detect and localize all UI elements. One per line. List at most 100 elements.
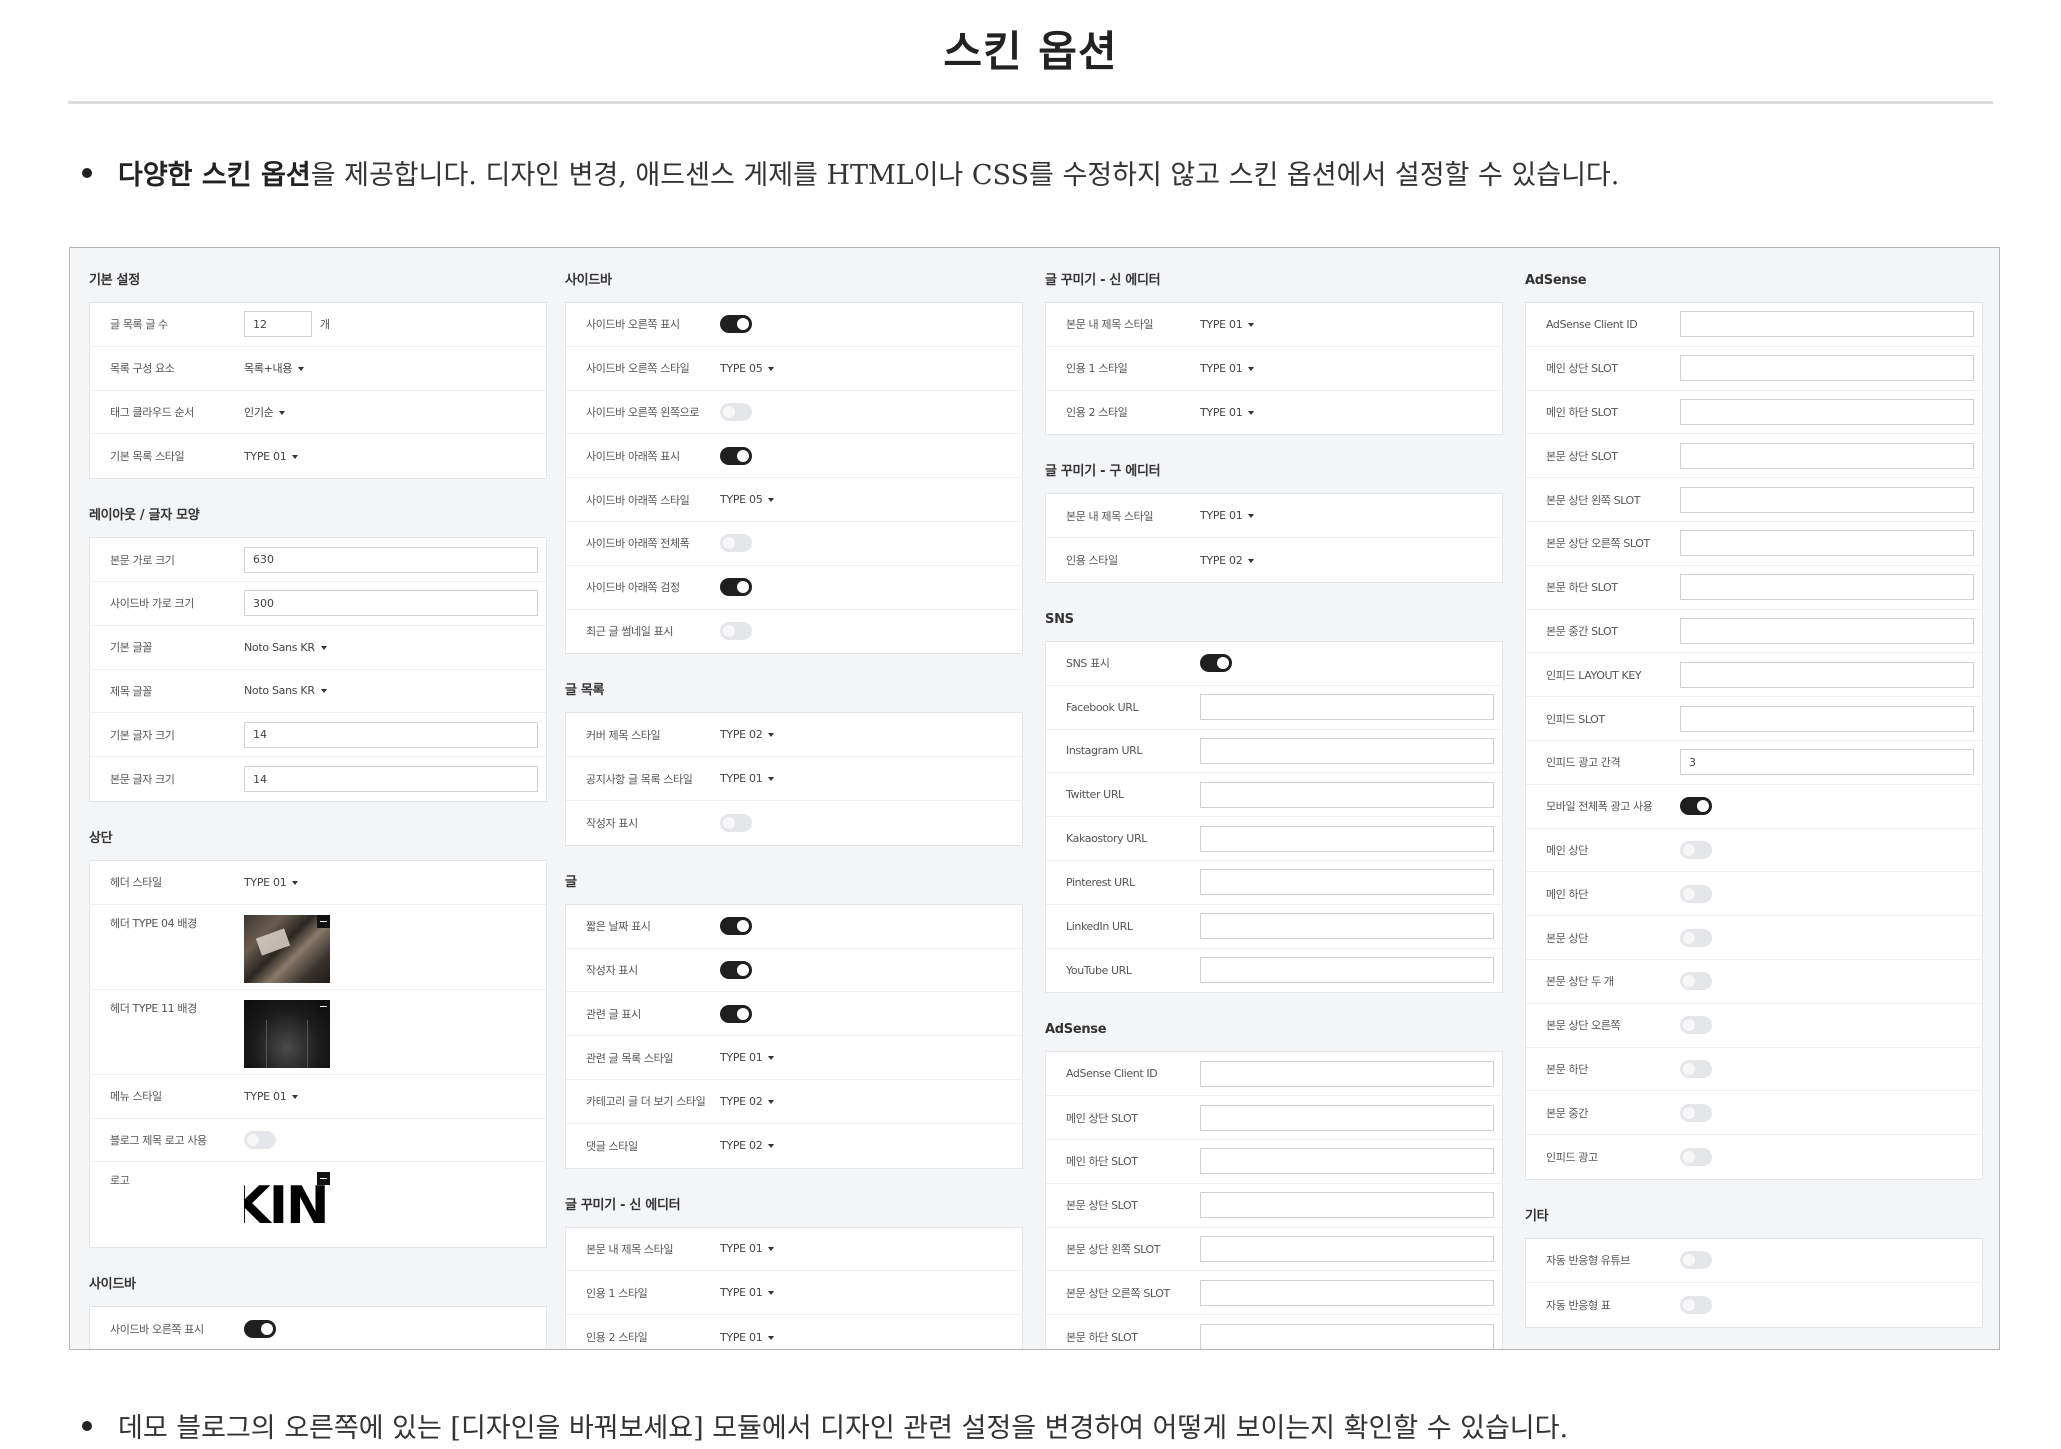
page-title: 스킨 옵션	[943, 27, 1118, 76]
toggle-switch-on[interactable]	[244, 1320, 276, 1339]
setting-label: 사이드바 아래쪽 전체폭	[586, 537, 690, 551]
setting-input[interactable]	[1680, 574, 1974, 601]
setting-dropdown[interactable]: TYPE 01	[1200, 509, 1255, 522]
setting-input[interactable]	[1680, 617, 1974, 644]
setting-input[interactable]	[244, 546, 538, 573]
setting-input[interactable]	[1680, 442, 1974, 469]
settings-panel: 본문 내 제목 스타일 TYPE 01 인용 스타일 TYPE 02	[1045, 493, 1503, 583]
setting-label: 모바일 전체폭 광고 사용	[1546, 800, 1653, 814]
setting-input[interactable]	[1200, 869, 1494, 896]
setting-dropdown[interactable]: TYPE 01	[720, 1331, 775, 1344]
toggle-switch-off[interactable]	[1680, 1016, 1712, 1035]
toggle-switch-on[interactable]	[1680, 797, 1712, 816]
toggle-switch-off[interactable]	[244, 1130, 276, 1149]
setting-input[interactable]	[1200, 1104, 1494, 1131]
setting-dropdown[interactable]: TYPE 05	[720, 362, 775, 375]
setting-row: 본문 하단 SLOT	[1046, 1315, 1502, 1349]
setting-input[interactable]	[1680, 355, 1974, 382]
setting-dropdown[interactable]: TYPE 01	[244, 1090, 299, 1103]
setting-input[interactable]	[244, 721, 538, 748]
toggle-switch-off[interactable]	[720, 622, 752, 641]
setting-input[interactable]	[1200, 1324, 1494, 1349]
setting-dropdown[interactable]: TYPE 02	[720, 1095, 775, 1108]
section-title: 기본 설정	[89, 273, 140, 288]
setting-label: 인피드 LAYOUT KEY	[1546, 668, 1642, 682]
setting-input[interactable]	[1680, 749, 1974, 776]
setting-input[interactable]	[1200, 1060, 1494, 1087]
toggle-switch-off[interactable]	[1680, 1295, 1712, 1314]
setting-input[interactable]	[1680, 530, 1974, 557]
setting-dropdown[interactable]: TYPE 01	[244, 876, 299, 889]
toggle-switch-off[interactable]	[1680, 928, 1712, 947]
setting-row: 메인 상단 SLOT	[1526, 347, 1982, 391]
setting-dropdown[interactable]: TYPE 01	[1200, 362, 1255, 375]
toggle-switch-on[interactable]	[720, 917, 752, 936]
toggle-switch-on[interactable]	[720, 446, 752, 465]
setting-input[interactable]	[1200, 1148, 1494, 1175]
setting-input[interactable]	[1200, 781, 1494, 808]
toggle-switch-on[interactable]	[720, 960, 752, 979]
setting-label: 메인 하단	[1546, 887, 1588, 901]
setting-control	[1680, 1251, 1974, 1270]
toggle-switch-on[interactable]	[720, 578, 752, 597]
setting-control	[244, 766, 538, 793]
toggle-switch-off[interactable]	[1680, 1251, 1712, 1270]
setting-input[interactable]	[1680, 311, 1974, 338]
setting-input[interactable]	[1200, 825, 1494, 852]
setting-input[interactable]	[1680, 486, 1974, 513]
setting-input[interactable]	[1680, 661, 1974, 688]
toggle-switch-off[interactable]	[720, 534, 752, 553]
header-background-image[interactable]	[244, 999, 330, 1068]
setting-dropdown[interactable]: TYPE 01	[1200, 406, 1255, 419]
toggle-switch-on[interactable]	[720, 1004, 752, 1023]
setting-input[interactable]	[244, 766, 538, 793]
setting-dropdown[interactable]: 목록+내용	[244, 360, 305, 376]
setting-input[interactable]	[1200, 694, 1494, 721]
setting-dropdown[interactable]: TYPE 01	[720, 772, 775, 785]
setting-input[interactable]	[1200, 913, 1494, 940]
setting-input[interactable]	[1200, 1279, 1494, 1306]
toggle-switch-on[interactable]	[1200, 654, 1232, 673]
setting-dropdown[interactable]: TYPE 01	[720, 1051, 775, 1064]
setting-label: 본문 하단	[1546, 1062, 1588, 1076]
toggle-knob	[1217, 657, 1229, 670]
setting-row: 본문 중간	[1526, 1091, 1982, 1136]
setting-input[interactable]	[1200, 957, 1494, 984]
setting-control	[244, 999, 538, 1068]
setting-dropdown[interactable]: TYPE 01	[1200, 318, 1255, 331]
remove-image-icon[interactable]	[317, 1172, 330, 1186]
toggle-switch-off[interactable]	[1680, 1059, 1712, 1078]
setting-dropdown[interactable]: TYPE 01	[720, 1286, 775, 1299]
setting-dropdown[interactable]: Noto Sans KR	[244, 684, 327, 697]
setting-dropdown[interactable]: TYPE 01	[720, 1242, 775, 1255]
setting-label: 댓글 스타일	[586, 1139, 638, 1153]
setting-dropdown[interactable]: 인기순	[244, 404, 286, 420]
setting-input[interactable]	[244, 311, 312, 338]
setting-dropdown[interactable]: TYPE 05	[720, 493, 775, 506]
logo-image[interactable]: KIN	[244, 1172, 330, 1241]
setting-dropdown[interactable]: TYPE 01	[244, 450, 299, 463]
toggle-switch-off[interactable]	[1680, 1148, 1712, 1167]
toggle-switch-off[interactable]	[1680, 884, 1712, 903]
setting-input[interactable]	[1680, 398, 1974, 425]
toggle-switch-off[interactable]	[1680, 1103, 1712, 1122]
toggle-switch-on[interactable]	[720, 315, 752, 334]
setting-input[interactable]	[1200, 1235, 1494, 1262]
setting-input[interactable]	[1200, 1192, 1494, 1219]
toggle-switch-off[interactable]	[1680, 840, 1712, 859]
toggle-switch-off[interactable]	[1680, 972, 1712, 991]
toggle-switch-off[interactable]	[720, 813, 752, 832]
toggle-switch-off[interactable]	[720, 402, 752, 421]
setting-input[interactable]	[244, 590, 538, 617]
remove-image-icon[interactable]	[317, 999, 330, 1013]
setting-dropdown[interactable]: TYPE 02	[720, 728, 775, 741]
header-background-image[interactable]	[244, 914, 330, 983]
remove-image-icon[interactable]	[317, 914, 330, 928]
setting-input[interactable]	[1680, 705, 1974, 732]
setting-dropdown[interactable]: TYPE 02	[720, 1139, 775, 1152]
setting-dropdown[interactable]: TYPE 02	[1200, 554, 1255, 567]
setting-row: Twitter URL	[1046, 773, 1502, 818]
setting-input[interactable]	[1200, 737, 1494, 764]
setting-row: 자동 반응형 표	[1526, 1283, 1982, 1327]
setting-dropdown[interactable]: Noto Sans KR	[244, 641, 327, 654]
